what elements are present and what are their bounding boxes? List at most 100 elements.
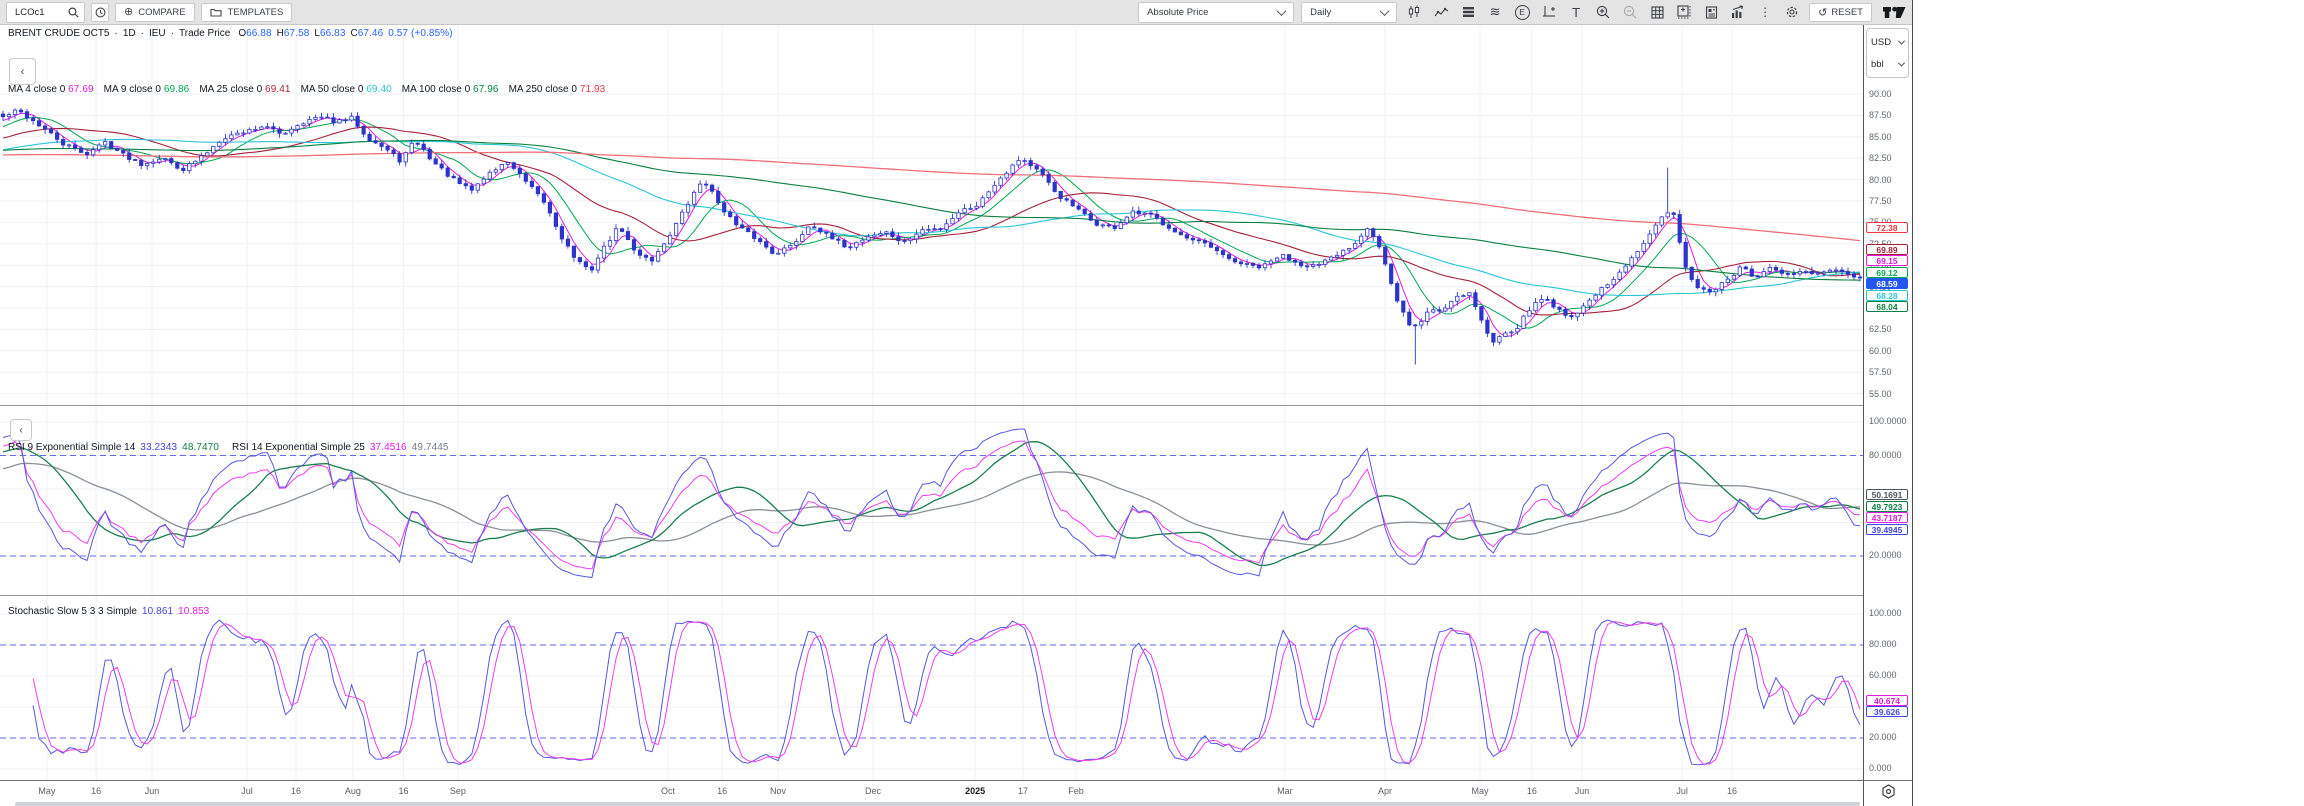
axis-label: 80.000 bbox=[1869, 639, 1897, 649]
tradingview-logo-icon[interactable] bbox=[1883, 5, 1906, 20]
interval-value: Daily bbox=[1310, 7, 1331, 18]
top-toolbar: ⊕ COMPARE TEMPLATES Absolute Price Daily bbox=[0, 0, 1912, 25]
time-axis-label: 16 bbox=[717, 786, 727, 796]
chart-region: BRENT CRUDE OCT5 · 1D · IEU · Trade Pric… bbox=[0, 25, 1912, 806]
axis-label: 77.50 bbox=[1869, 196, 1892, 206]
compare-button[interactable]: ⊕ COMPARE bbox=[115, 3, 195, 22]
time-axis-label: Dec bbox=[865, 786, 881, 796]
rsi-pane[interactable]: ‹ RSI 9 Exponential Simple 14 33.2343 48… bbox=[0, 405, 1863, 595]
time-axis-label: May bbox=[1471, 786, 1488, 796]
time-axis-label: Sep bbox=[450, 786, 466, 796]
legend-interval: 1D bbox=[123, 28, 136, 39]
price-badge: 68.04 bbox=[1866, 301, 1908, 312]
rsi1-value: 33.2343 bbox=[140, 442, 177, 453]
candlestick-style-icon[interactable] bbox=[1404, 3, 1424, 22]
waves-icon[interactable]: ≋ bbox=[1485, 3, 1505, 22]
axis-label: 20.000 bbox=[1869, 732, 1897, 742]
legend-collapse-button[interactable]: ‹ bbox=[9, 58, 36, 85]
chevron-down-icon bbox=[1898, 59, 1905, 66]
ma-legend[interactable]: MA 4 close 0 67.69MA 9 close 0 69.86MA 2… bbox=[8, 84, 605, 95]
currency-select[interactable]: USD bbox=[1871, 37, 1904, 48]
reset-button[interactable]: ↺ RESET bbox=[1809, 3, 1872, 22]
stochastic-pane[interactable]: Stochastic Slow 5 3 3 Simple 10.861 10.8… bbox=[0, 595, 1863, 780]
axis-settings-hexagon-icon[interactable] bbox=[1881, 784, 1896, 804]
axis-label: 60.00 bbox=[1869, 346, 1892, 356]
currency-value: USD bbox=[1871, 37, 1891, 48]
time-axis-label: 17 bbox=[1018, 786, 1028, 796]
stoch-d-value: 10.853 bbox=[178, 606, 209, 617]
stochastic-chart[interactable] bbox=[0, 596, 1863, 780]
main-price-pane[interactable]: BRENT CRUDE OCT5 · 1D · IEU · Trade Pric… bbox=[0, 25, 1863, 405]
axis-label: 100.000 bbox=[1869, 608, 1902, 618]
legend-series-type: Trade Price bbox=[179, 28, 230, 39]
separator-dot: · bbox=[171, 28, 174, 39]
folder-icon bbox=[210, 3, 223, 22]
axis-label: 62.50 bbox=[1869, 324, 1892, 334]
axis-label: 90.00 bbox=[1869, 89, 1892, 99]
rows-layout-icon[interactable] bbox=[1458, 3, 1478, 22]
zoom-in-icon[interactable] bbox=[1593, 3, 1613, 22]
separator-dot: · bbox=[115, 28, 118, 39]
templates-label: TEMPLATES bbox=[228, 7, 284, 18]
symbol-search-box[interactable] bbox=[6, 2, 85, 23]
axis-label: 85.00 bbox=[1869, 132, 1892, 142]
templates-button[interactable]: TEMPLATES bbox=[201, 3, 293, 22]
time-axis-label: Oct bbox=[661, 786, 675, 796]
symbol-input[interactable] bbox=[13, 6, 63, 19]
horizontal-scrollbar[interactable] bbox=[15, 802, 1860, 806]
time-axis[interactable]: May16JunJul16Aug16SepOct16NovDec202517Fe… bbox=[0, 780, 1863, 806]
axis-label: 60.000 bbox=[1869, 670, 1897, 680]
interval-history-button[interactable] bbox=[91, 3, 109, 22]
search-icon[interactable] bbox=[66, 3, 80, 22]
news-icon[interactable] bbox=[1701, 3, 1721, 22]
ohlc-close: C67.46 bbox=[351, 28, 384, 39]
price-badge: 69.12 bbox=[1866, 267, 1908, 278]
rsi-chart[interactable] bbox=[0, 406, 1863, 595]
chart-window: ⊕ COMPARE TEMPLATES Absolute Price Daily bbox=[0, 0, 1913, 806]
time-axis-label: Nov bbox=[770, 786, 786, 796]
plus-circle-icon: ⊕ bbox=[124, 7, 133, 17]
time-axis-label: Apr bbox=[1378, 786, 1392, 796]
axis-label: 80.00 bbox=[1869, 175, 1892, 185]
stochastic-legend[interactable]: Stochastic Slow 5 3 3 Simple 10.861 10.8… bbox=[8, 606, 209, 617]
text-tool-icon[interactable]: T bbox=[1566, 3, 1586, 22]
time-axis-label: Jun bbox=[145, 786, 160, 796]
unit-selector-box: USD bbl bbox=[1866, 28, 1909, 78]
ohlc-open: O66.88 bbox=[238, 28, 271, 39]
time-axis-label: Jul bbox=[241, 786, 253, 796]
indicators-icon[interactable] bbox=[1431, 3, 1451, 22]
axis-label: 82.50 bbox=[1869, 153, 1892, 163]
events-circle-e-icon[interactable]: E bbox=[1512, 3, 1532, 22]
interval-select[interactable]: Daily bbox=[1301, 2, 1397, 23]
symbol-legend[interactable]: BRENT CRUDE OCT5 · 1D · IEU · Trade Pric… bbox=[8, 28, 453, 39]
settings-gear-icon[interactable] bbox=[1782, 3, 1802, 22]
price-badge: 39.4945 bbox=[1866, 524, 1908, 535]
candlestick-chart[interactable] bbox=[0, 25, 1863, 405]
price-scale[interactable]: USD bbl 90.0087.5085.0082.5080.0077.5075… bbox=[1863, 25, 1912, 780]
time-axis-label: 16 bbox=[291, 786, 301, 796]
ma-legend-item: MA 4 close 0 67.69 bbox=[8, 84, 94, 95]
zoom-out-icon[interactable] bbox=[1620, 3, 1640, 22]
ma-legend-item: MA 25 close 0 69.41 bbox=[199, 84, 290, 95]
bar-chart-arrow-icon[interactable] bbox=[1728, 3, 1748, 22]
rsi-collapse-button[interactable]: ‹ bbox=[10, 419, 32, 441]
price-badge: 43.7187 bbox=[1866, 512, 1908, 523]
ohlc-high: H67.58 bbox=[277, 28, 310, 39]
axis-corner[interactable] bbox=[1863, 780, 1912, 806]
rsi-legend[interactable]: RSI 9 Exponential Simple 14 33.2343 48.7… bbox=[8, 442, 449, 453]
stoch-title: Stochastic Slow 5 3 3 Simple bbox=[8, 606, 137, 617]
axis-label: 55.00 bbox=[1869, 389, 1892, 399]
rsi2-smooth-value: 49.7445 bbox=[412, 442, 449, 453]
axis-label: 87.50 bbox=[1869, 110, 1892, 120]
grid-layout-icon[interactable] bbox=[1647, 3, 1667, 22]
ma-legend-item: MA 250 close 0 71.93 bbox=[509, 84, 606, 95]
measure-icon[interactable] bbox=[1539, 3, 1559, 22]
more-options-icon[interactable]: ⋮ bbox=[1755, 3, 1775, 22]
rsi1-title: RSI 9 Exponential Simple 14 bbox=[8, 442, 135, 453]
price-badge: 40.674 bbox=[1866, 695, 1908, 706]
unit-select[interactable]: bbl bbox=[1871, 59, 1904, 70]
add-chart-frame-icon[interactable] bbox=[1674, 3, 1694, 22]
price-mode-select[interactable]: Absolute Price bbox=[1138, 2, 1294, 23]
time-axis-label: Aug bbox=[345, 786, 361, 796]
ohlc-low: L66.83 bbox=[314, 28, 345, 39]
